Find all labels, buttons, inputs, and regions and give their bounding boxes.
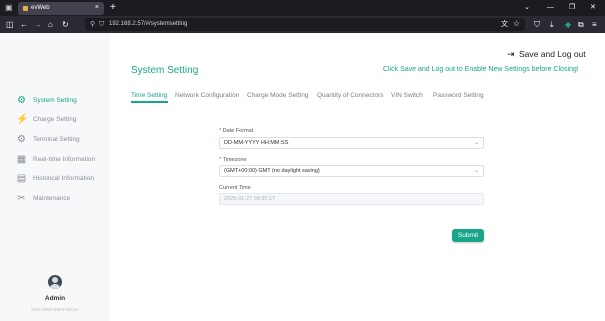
downloads-icon[interactable]: ⤓: [550, 19, 554, 30]
tab-network-configuration[interactable]: Network Configuration: [175, 91, 239, 101]
extensions-icon[interactable]: ⧉: [578, 19, 584, 30]
sidebar-item-label: Terminal Setting: [33, 136, 80, 143]
timezone-label-text: Timezone: [222, 157, 247, 163]
maintenance-icon: ✂: [17, 193, 26, 204]
sidebar-item-label: Historical Information: [33, 175, 95, 182]
save-and-logout-button[interactable]: ⇥ Save and Log out: [507, 49, 586, 60]
home-icon[interactable]: ⌂: [48, 19, 53, 30]
sidebar-item-maintenance[interactable]: ✂ Maintenance: [0, 190, 110, 208]
forward-icon[interactable]: →: [34, 19, 42, 30]
shield-icon[interactable]: ⛉: [99, 19, 104, 30]
tab-vin-switch[interactable]: VIN Switch: [391, 91, 423, 101]
date-format-label: * Date Format: [219, 127, 253, 135]
sidebar-item-realtime-information[interactable]: ▦ Real-time Information: [0, 151, 110, 169]
tab-quantity-of-connectors[interactable]: Quantity of Connectors: [317, 91, 383, 101]
tab-charge-mode-setting[interactable]: Charge Mode Setting: [247, 91, 308, 101]
gear-icon: ⚙: [17, 95, 26, 106]
extension-icon[interactable]: ◆: [565, 19, 571, 30]
user-name: Admin: [44, 295, 66, 302]
active-tab-indicator: [131, 101, 168, 103]
realtime-info-icon: ▦: [16, 154, 27, 165]
new-tab-button[interactable]: +: [110, 2, 116, 13]
submit-button[interactable]: Submit: [452, 229, 484, 242]
history-icon: ▤: [16, 173, 27, 184]
browser-tab-bar: ▣ evWeb × + ⌄ — ❐ ✕: [0, 0, 605, 16]
sidebar-toggle-icon[interactable]: ◫: [6, 19, 14, 30]
close-tab-icon[interactable]: ×: [95, 3, 99, 13]
logout-icon: ⇥: [507, 49, 515, 59]
sidebar-item-label: Maintenance: [33, 195, 71, 202]
minimize-button[interactable]: —: [547, 2, 554, 13]
tab-password-setting[interactable]: Password Setting: [433, 91, 484, 101]
reload-icon[interactable]: ↻: [62, 19, 69, 30]
maximize-button[interactable]: ❐: [569, 2, 575, 13]
timezone-value: (GMT+00:00) GMT (no daylight saving): [224, 168, 320, 174]
url-text[interactable]: 192.168.2.57/#/systemsetting: [109, 19, 187, 30]
browser-tab[interactable]: evWeb ×: [18, 2, 104, 15]
avatar[interactable]: [48, 275, 62, 289]
close-window-button[interactable]: ✕: [590, 2, 596, 13]
chevron-down-icon: ⌄: [473, 168, 479, 174]
address-bar[interactable]: ⚲ ⛉ 192.168.2.57/#/systemsetting 文 ☆: [85, 18, 525, 31]
back-icon[interactable]: ←: [20, 19, 28, 30]
site-info-icon[interactable]: ⚲: [90, 19, 95, 30]
app-menu-icon[interactable]: ≡: [592, 19, 597, 30]
tab-time-setting[interactable]: Time Setting: [131, 91, 167, 101]
tab-list-icon[interactable]: ⌄: [524, 2, 530, 13]
required-mark: *: [219, 128, 222, 134]
sidebar-item-label: System Setting: [33, 97, 77, 104]
save-hint: Click Save and Log out to Enable New Set…: [383, 66, 579, 73]
page-title: System Setting: [131, 65, 199, 76]
chevron-down-icon: ⌄: [473, 140, 479, 146]
sidebar-item-system-setting[interactable]: ⚙ System Setting: [0, 92, 110, 110]
bookmark-star-icon[interactable]: ☆: [513, 18, 520, 30]
current-time-value: 2025-01-27 08:35:17: [224, 196, 276, 202]
charge-icon: ⚡: [16, 114, 29, 125]
browser-tab-title: evWeb: [31, 5, 50, 11]
favicon-icon: [23, 6, 28, 11]
sidebar-item-charge-setting[interactable]: ⚡ Charge Setting: [0, 111, 110, 129]
avatar-body-shape: [50, 284, 60, 289]
timezone-select[interactable]: (GMT+00:00) GMT (no daylight saving) ⌄: [219, 165, 484, 177]
date-format-label-text: Date Format: [222, 128, 254, 134]
current-time-field: 2025-01-27 08:35:17: [219, 193, 484, 205]
required-mark: *: [219, 157, 222, 163]
mac-address: MAC:0904:99F6:OE:0A: [31, 307, 79, 312]
browser-nav-bar: ◫ ← → ⌂ ↻ ⚲ ⛉ 192.168.2.57/#/systemsetti…: [0, 16, 605, 33]
current-time-label: Current Time: [219, 185, 251, 191]
save-to-pocket-icon[interactable]: ⛉: [534, 19, 540, 30]
avatar-head-shape: [52, 277, 58, 283]
sidebar-item-label: Real-time Information: [33, 156, 96, 163]
timezone-label: * Timezone: [219, 156, 247, 164]
window-menu-icon[interactable]: ▣: [5, 3, 14, 12]
save-and-logout-label: Save and Log out: [519, 49, 586, 59]
sidebar-item-terminal-setting[interactable]: ⚙ Terminal Setting: [0, 131, 110, 149]
sidebar: ⚙ System Setting ⚡ Charge Setting ⚙ Term…: [0, 33, 110, 321]
translate-icon[interactable]: 文: [501, 19, 508, 30]
terminal-icon: ⚙: [17, 134, 26, 145]
date-format-value: DD-MM-YYYY HH:MM:SS: [224, 140, 289, 146]
sidebar-item-historical-information[interactable]: ▤ Historical Information: [0, 170, 110, 188]
sidebar-item-label: Charge Setting: [33, 116, 77, 123]
date-format-select[interactable]: DD-MM-YYYY HH:MM:SS ⌄: [219, 137, 484, 149]
